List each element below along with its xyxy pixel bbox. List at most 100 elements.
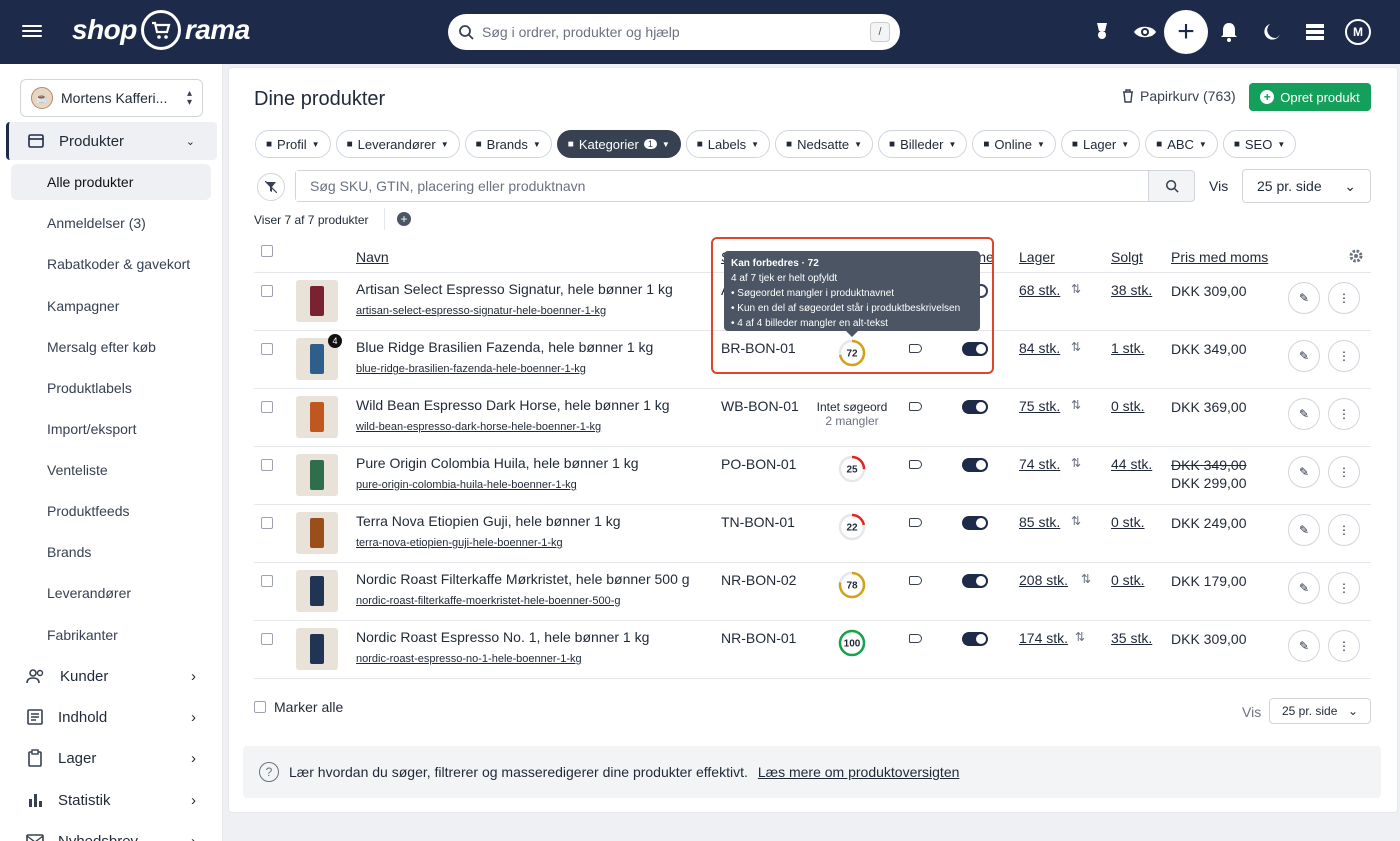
mark-all-checkbox[interactable] <box>254 701 266 713</box>
product-name[interactable]: Wild Bean Espresso Dark Horse, hele bønn… <box>356 397 670 413</box>
stock-count[interactable]: 174 stk. <box>1019 630 1068 646</box>
more-button[interactable]: ⋮ <box>1328 456 1360 488</box>
user-avatar[interactable]: M <box>1345 19 1371 45</box>
gear-icon[interactable] <box>1348 248 1364 267</box>
clear-filters-button[interactable] <box>257 173 285 201</box>
more-button[interactable]: ⋮ <box>1328 398 1360 430</box>
sold-count[interactable]: 35 stk. <box>1111 630 1152 646</box>
product-name[interactable]: Pure Origin Colombia Huila, hele bønner … <box>356 455 638 471</box>
seo-score-ring[interactable]: 100 <box>837 628 867 658</box>
sidebar-item-statistics[interactable]: Statistik › <box>26 785 196 815</box>
filter-chip-profil[interactable]: ■ Profil ▼ <box>255 130 331 158</box>
sold-count[interactable]: 0 stk. <box>1111 572 1144 588</box>
table-row[interactable]: Nordic Roast Espresso No. 1, hele bønner… <box>254 620 1371 678</box>
product-name[interactable]: Blue Ridge Brasilien Fazenda, hele bønne… <box>356 339 653 355</box>
label-tag-icon[interactable] <box>909 576 922 585</box>
store-switch-icon[interactable] <box>1303 20 1327 44</box>
product-thumbnail[interactable] <box>296 454 338 496</box>
sort-arrows-icon[interactable]: ⇅ <box>1071 456 1081 470</box>
filter-chip-leverandører[interactable]: ■ Leverandører ▼ <box>335 130 460 158</box>
sold-count[interactable]: 44 stk. <box>1111 456 1152 472</box>
online-toggle[interactable] <box>962 458 988 472</box>
create-product-button[interactable]: + Opret produkt <box>1249 83 1371 111</box>
product-slug[interactable]: nordic-roast-filterkaffe-moerkristet-hel… <box>356 595 621 607</box>
seo-score-ring[interactable]: 22 <box>837 512 867 542</box>
sku-search-input[interactable] <box>296 171 1148 201</box>
add-column-button[interactable]: + <box>397 212 411 226</box>
product-slug[interactable]: blue-ridge-brasilien-fazenda-hele-boenne… <box>356 363 586 375</box>
sidebar-item-inventory[interactable]: Lager › <box>26 743 196 773</box>
filter-chip-abc[interactable]: ■ ABC ▼ <box>1145 130 1218 158</box>
menu-icon[interactable] <box>22 22 42 42</box>
product-name[interactable]: Artisan Select Espresso Signatur, hele b… <box>356 281 673 297</box>
global-search[interactable]: / <box>448 14 900 50</box>
moon-icon[interactable] <box>1260 20 1284 44</box>
row-checkbox[interactable] <box>261 285 273 297</box>
help-link[interactable]: Læs mere om produktoversigten <box>758 764 960 780</box>
sidebar-sub-waitlist[interactable]: Venteliste <box>11 452 211 488</box>
filter-chip-billeder[interactable]: ■ Billeder ▼ <box>878 130 968 158</box>
sidebar-item-customers[interactable]: Kunder › <box>26 661 196 691</box>
more-button[interactable]: ⋮ <box>1328 282 1360 314</box>
table-row[interactable]: Wild Bean Espresso Dark Horse, hele bønn… <box>254 388 1371 446</box>
edit-button[interactable]: ✎ <box>1288 630 1320 662</box>
footer-per-page-select[interactable]: 25 pr. side ⌄ <box>1269 698 1371 724</box>
sidebar-sub-upsell[interactable]: Mersalg efter køb <box>11 329 211 365</box>
more-button[interactable]: ⋮ <box>1328 514 1360 546</box>
label-tag-icon[interactable] <box>909 402 922 411</box>
sku-search[interactable] <box>295 170 1149 202</box>
sidebar-item-products[interactable]: Produkter ⌄ <box>6 122 217 160</box>
product-thumbnail[interactable] <box>296 628 338 670</box>
label-tag-icon[interactable] <box>909 634 922 643</box>
sidebar-sub-suppliers[interactable]: Leverandører <box>11 575 211 611</box>
sort-arrows-icon[interactable]: ⇅ <box>1071 340 1081 354</box>
row-checkbox[interactable] <box>261 401 273 413</box>
sold-count[interactable]: 0 stk. <box>1111 514 1144 530</box>
filter-chip-labels[interactable]: ■ Labels ▼ <box>685 130 771 158</box>
sidebar-sub-brands[interactable]: Brands <box>11 534 211 570</box>
sidebar-item-content[interactable]: Indhold › <box>26 702 196 732</box>
sort-arrows-icon[interactable]: ⇅ <box>1071 514 1081 528</box>
sidebar-sub-campaigns[interactable]: Kampagner <box>11 288 211 324</box>
sold-count[interactable]: 38 stk. <box>1111 282 1152 298</box>
select-all-checkbox[interactable] <box>261 245 273 257</box>
trash-button[interactable]: Papirkurv (763) <box>1122 88 1236 104</box>
stock-count[interactable]: 75 stk. <box>1019 398 1060 414</box>
column-header-price[interactable]: Pris med moms <box>1171 249 1268 265</box>
table-row[interactable]: Nordic Roast Filterkaffe Mørkristet, hel… <box>254 562 1371 620</box>
sort-arrows-icon[interactable]: ⇅ <box>1071 282 1081 296</box>
edit-button[interactable]: ✎ <box>1288 282 1320 314</box>
award-icon[interactable] <box>1090 20 1114 44</box>
product-slug[interactable]: wild-bean-espresso-dark-horse-hele-boenn… <box>356 421 601 433</box>
more-button[interactable]: ⋮ <box>1328 572 1360 604</box>
quick-create-button[interactable]: + <box>1164 10 1208 54</box>
sidebar-sub-reviews[interactable]: Anmeldelser (3) <box>11 205 211 241</box>
row-checkbox[interactable] <box>261 343 273 355</box>
sort-arrows-icon[interactable]: ⇅ <box>1075 630 1085 644</box>
row-checkbox[interactable] <box>261 459 273 471</box>
column-header-name[interactable]: Navn <box>356 249 389 265</box>
shoprama-logo[interactable]: shop rama <box>72 10 250 50</box>
table-row[interactable]: Pure Origin Colombia Huila, hele bønner … <box>254 446 1371 504</box>
sidebar-item-newsletter[interactable]: Nyhedsbrev › <box>26 826 196 841</box>
sort-arrows-icon[interactable]: ⇅ <box>1081 572 1091 586</box>
product-thumbnail[interactable] <box>296 280 338 322</box>
sold-count[interactable]: 0 stk. <box>1111 398 1144 414</box>
online-toggle[interactable] <box>962 632 988 646</box>
edit-button[interactable]: ✎ <box>1288 572 1320 604</box>
product-name[interactable]: Nordic Roast Espresso No. 1, hele bønner… <box>356 629 649 645</box>
stock-count[interactable]: 85 stk. <box>1019 514 1060 530</box>
label-tag-icon[interactable] <box>909 460 922 469</box>
store-selector[interactable]: ☕ Mortens Kafferi... ▴ ▾ <box>20 79 203 117</box>
product-slug[interactable]: terra-nova-etiopien-guji-hele-boenner-1-… <box>356 537 563 549</box>
stock-count[interactable]: 74 stk. <box>1019 456 1060 472</box>
online-toggle[interactable] <box>962 400 988 414</box>
eye-icon[interactable] <box>1133 20 1157 44</box>
filter-chip-kategorier[interactable]: ■ Kategorier 1 ▼ <box>556 130 681 158</box>
stock-count[interactable]: 208 stk. <box>1019 572 1068 588</box>
row-checkbox[interactable] <box>261 575 273 587</box>
more-button[interactable]: ⋮ <box>1328 340 1360 372</box>
sidebar-sub-import-export[interactable]: Import/eksport <box>11 411 211 447</box>
online-toggle[interactable] <box>962 574 988 588</box>
seo-score-ring[interactable]: 25 <box>837 454 867 484</box>
